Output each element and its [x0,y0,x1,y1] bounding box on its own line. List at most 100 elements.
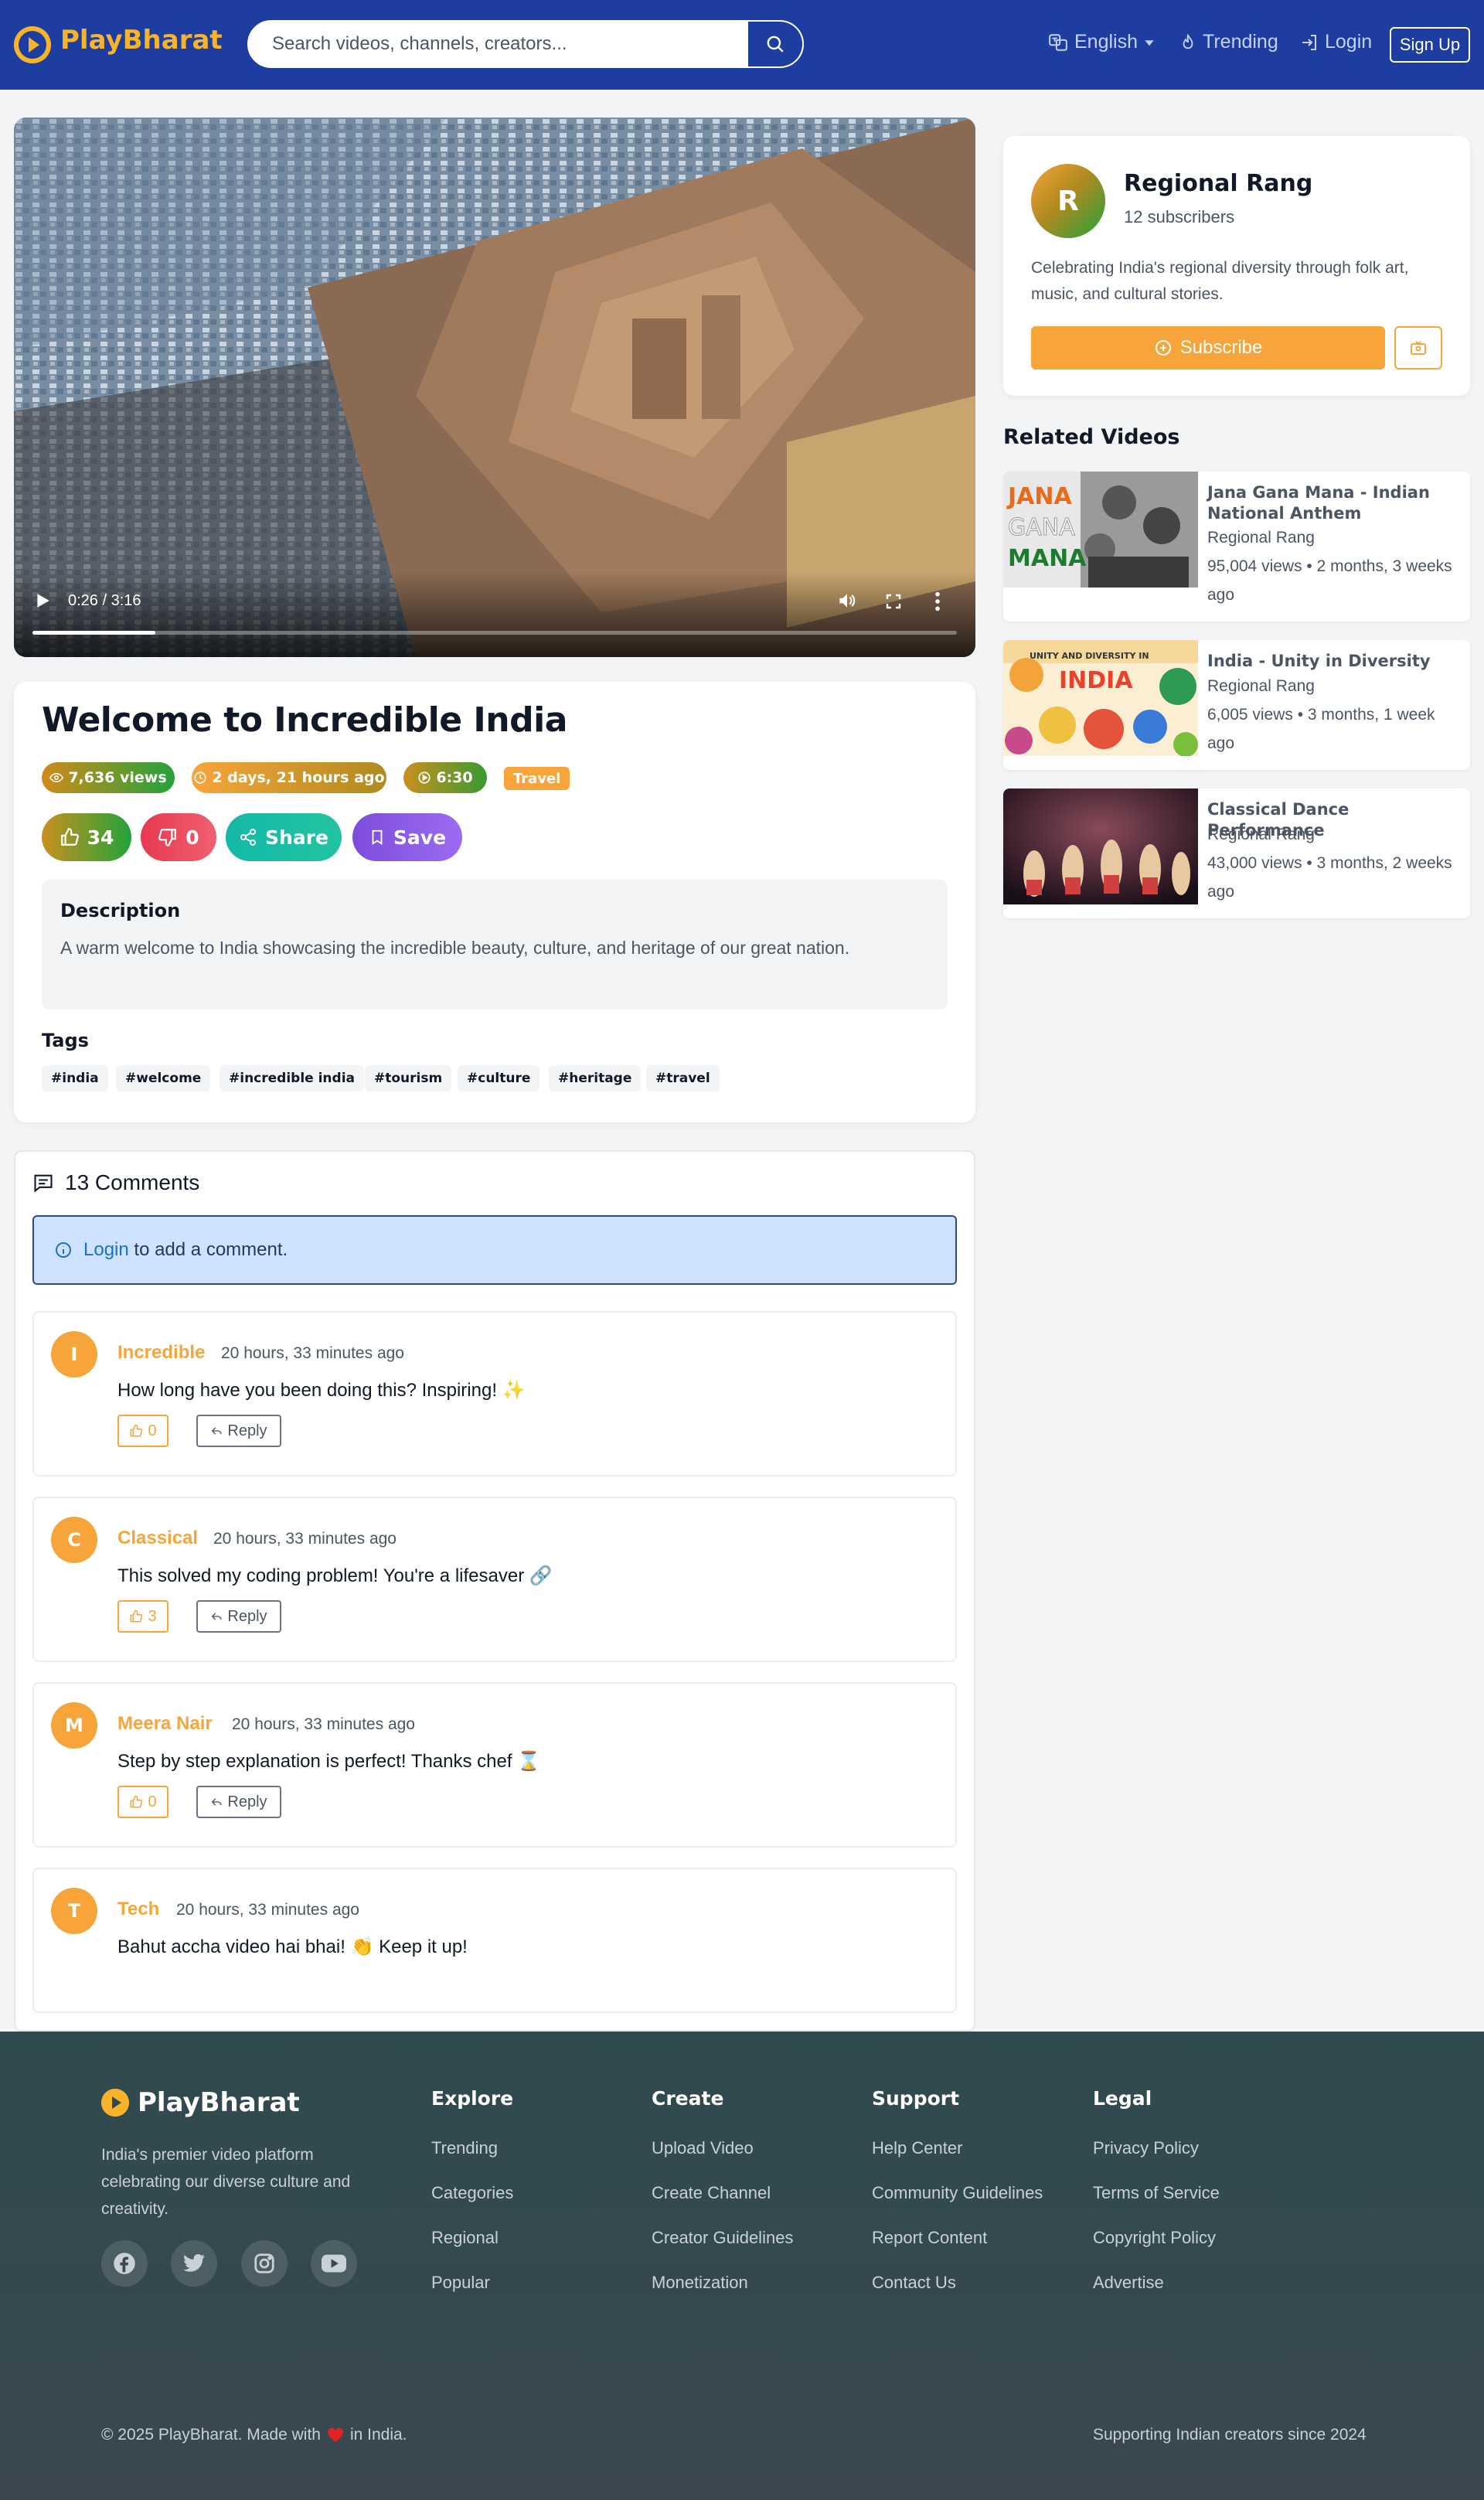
play-circle-icon [418,771,431,784]
footer-link-trending[interactable]: Trending [431,2138,498,2158]
share-button[interactable]: Share [226,813,342,861]
footer-create-title: Create [652,2087,724,2110]
footer-link-community-guidelines[interactable]: Community Guidelines [872,2183,1043,2203]
upload-time: 2 days, 21 hours ago [212,769,385,786]
comment-text: How long have you been doing this? Inspi… [117,1380,526,1401]
related-video-title[interactable]: Jana Gana Mana - Indian National Anthem [1207,482,1455,524]
related-video-card[interactable]: Classical Dance Performance Regional Ran… [1003,788,1470,918]
comment-like-button[interactable]: 3 [117,1600,168,1633]
search-button[interactable] [747,22,802,66]
footer-link-contact-us[interactable]: Contact Us [872,2273,956,2293]
tag-chip[interactable]: #heritage [549,1065,642,1092]
footer-brand[interactable]: PlayBharat [138,2087,300,2118]
comment-like-count: 3 [148,1607,157,1625]
fullscreen-icon[interactable] [884,592,903,611]
reply-icon [212,1798,223,1806]
comment-icon [34,1174,53,1193]
copyright-text-start: © 2025 PlayBharat. Made with [101,2426,321,2444]
play-icon[interactable] [34,592,51,609]
footer-link-advertise[interactable]: Advertise [1093,2273,1164,2293]
video-progress-bar[interactable] [32,631,957,635]
comment-reply-button[interactable]: Reply [196,1600,281,1633]
save-label: Save [393,826,447,849]
nav-login[interactable]: Login [1300,31,1372,53]
comment-author[interactable]: Incredible [117,1342,205,1364]
comment-time: 20 hours, 33 minutes ago [221,1344,404,1362]
language-dropdown[interactable]: English [1048,31,1155,53]
footer-link-create-channel[interactable]: Create Channel [652,2183,771,2203]
comment-author[interactable]: Tech [117,1899,159,1920]
tag-chip[interactable]: #culture [458,1065,540,1092]
logo-text[interactable]: PlayBharat [60,25,223,56]
channel-notify-button[interactable] [1394,326,1442,370]
logo-play-icon[interactable] [14,26,51,63]
twitter-icon[interactable] [171,2240,217,2287]
comment-like-button[interactable]: 0 [117,1786,168,1818]
language-label: English [1074,31,1138,53]
related-video-card[interactable]: JANA GANA MANA Jana Gana Mana - Indian N… [1003,472,1470,622]
bookmark-icon [372,829,383,845]
anthem-thumb-text-mana: MANA [1008,545,1087,572]
tag-chip[interactable]: #welcome [116,1065,211,1092]
dislike-button[interactable]: 0 [141,813,216,861]
search-input[interactable] [249,22,748,66]
related-video-channel: Regional Rang [1207,677,1315,695]
tag-chip[interactable]: #incredible india [220,1065,365,1092]
category-badge[interactable]: Travel [504,767,570,790]
duration: 6:30 [436,769,473,786]
signup-button[interactable]: Sign Up [1390,27,1470,63]
save-button[interactable]: Save [352,813,462,861]
comment-author[interactable]: Classical [117,1528,198,1549]
fire-icon [1183,32,1193,49]
video-camera-icon [1411,341,1426,355]
comment-time: 20 hours, 33 minutes ago [176,1901,359,1919]
related-video-channel: Regional Rang [1207,826,1315,843]
footer-link-report-content[interactable]: Report Content [872,2228,987,2248]
comment-text: This solved my coding problem! You're a … [117,1565,553,1586]
related-video-title[interactable]: India - Unity in Diversity [1207,651,1455,672]
comment-author[interactable]: Meera Nair [117,1713,213,1735]
related-video-card[interactable]: UNITY AND DIVERSITY IN INDIA India - Uni… [1003,640,1470,770]
tag-chip[interactable]: #india [42,1065,108,1092]
channel-description: Celebrating India's regional diversity t… [1031,259,1409,303]
volume-icon[interactable] [836,591,858,611]
views-badge: 7,636 views [42,762,175,793]
subscribe-button[interactable]: Subscribe [1031,326,1385,370]
video-player[interactable]: 0:26 / 3:16 [14,118,975,657]
share-icon [240,829,257,846]
footer-link-upload-video[interactable]: Upload Video [652,2138,754,2158]
footer-link-creator-guidelines[interactable]: Creator Guidelines [652,2228,793,2248]
footer-link-terms-of-service[interactable]: Terms of Service [1093,2183,1220,2203]
youtube-icon[interactable] [311,2240,357,2287]
footer-link-monetization[interactable]: Monetization [652,2273,748,2293]
comment-reply-button[interactable]: Reply [196,1786,281,1818]
footer-link-help-center[interactable]: Help Center [872,2138,962,2158]
unity-thumb-top-text: UNITY AND DIVERSITY IN [1030,651,1149,661]
footer-legal-title: Legal [1093,2087,1152,2110]
login-link[interactable]: Login [83,1239,129,1260]
channel-name[interactable]: Regional Rang [1124,170,1312,197]
footer-link-copyright-policy[interactable]: Copyright Policy [1093,2228,1216,2248]
comment-time: 20 hours, 33 minutes ago [232,1715,415,1733]
comment-text: Bahut accha video hai bhai! 👏 Keep it up… [117,1936,468,1957]
thumbs-up-icon [130,1795,143,1808]
footer-link-regional[interactable]: Regional [431,2228,499,2248]
plus-circle-icon [1155,340,1171,356]
footer-link-privacy-policy[interactable]: Privacy Policy [1093,2138,1199,2158]
comment-avatar: C [51,1517,97,1563]
reply-label: Reply [227,1607,267,1625]
instagram-icon[interactable] [241,2240,288,2287]
tag-chip[interactable]: #travel [646,1065,720,1092]
like-button[interactable]: 34 [42,813,131,861]
description-text: A warm welcome to India showcasing the i… [60,938,850,958]
facebook-icon[interactable] [101,2240,148,2287]
footer-link-popular[interactable]: Popular [431,2273,490,2293]
tag-chip[interactable]: #tourism [365,1065,452,1092]
unity-thumb-main-text: INDIA [1059,667,1133,694]
comment-reply-button[interactable]: Reply [196,1415,281,1447]
more-options-icon[interactable] [934,591,941,612]
comment-like-button[interactable]: 0 [117,1415,168,1447]
channel-avatar[interactable]: R [1031,164,1105,238]
footer-link-categories[interactable]: Categories [431,2183,513,2203]
nav-trending[interactable]: Trending [1179,31,1278,53]
